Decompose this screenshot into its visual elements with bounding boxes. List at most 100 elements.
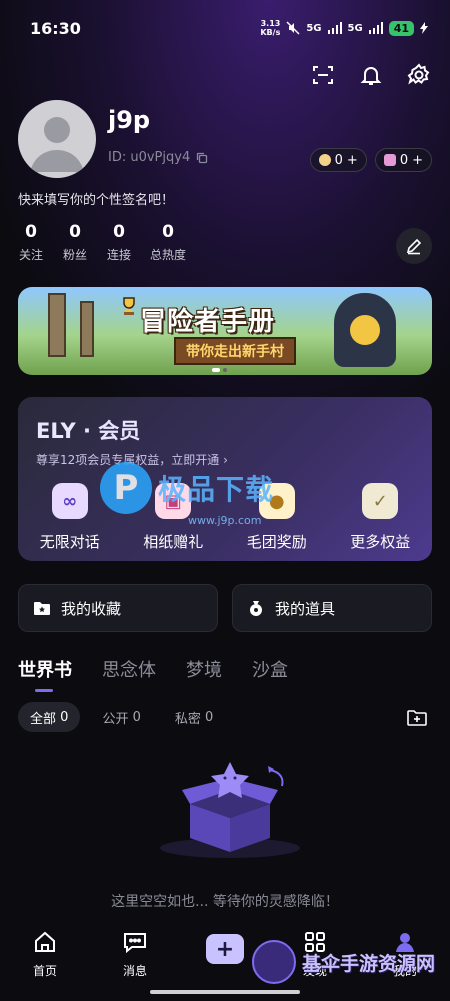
signal-1-icon [327, 22, 342, 34]
tab-world-book[interactable]: 世界书 [18, 656, 72, 692]
corner-watermark: 基伞手游资源网 [252, 940, 435, 984]
perk-label: 相纸赠礼 [143, 533, 204, 551]
banner-subtitle: 带你走出新手村 [174, 337, 296, 365]
copy-icon[interactable] [196, 152, 208, 164]
coin-a-value: 0 [334, 152, 343, 168]
my-items-button[interactable]: 我的道具 [232, 584, 432, 632]
bio-text[interactable]: 快来填写你的个性签名吧！ [18, 189, 174, 208]
nav-home[interactable]: 首页 [10, 928, 80, 979]
trophy-icon [123, 297, 135, 315]
nav-create[interactable]: + [190, 928, 260, 964]
username: j9p [108, 106, 151, 134]
filter-label: 全部 [30, 711, 57, 727]
bell-icon [360, 67, 382, 85]
banner-pagination [212, 368, 227, 372]
tab-dream[interactable]: 梦境 [186, 656, 222, 682]
coin-b-icon [383, 154, 396, 166]
stats-row: 0 关注 0 粉丝 0 连接 0 总热度 [18, 222, 186, 263]
network-speed-unit: KB/s [260, 28, 281, 37]
filter-chips: 全部 0 公开 0 私密 0 [18, 702, 225, 732]
network-speed: 3.13 KB/s [260, 19, 280, 37]
adventurer-guide-banner[interactable]: 冒险者手册 带你走出新手村 [18, 287, 432, 375]
edit-profile-button[interactable] [396, 228, 432, 264]
filter-count: 0 [205, 709, 214, 725]
network-speed-value: 3.13 [260, 19, 281, 28]
empty-box-illustration [160, 762, 300, 858]
filter-count: 0 [60, 709, 69, 725]
vip-title: ELY · 会员 [36, 419, 141, 443]
perk-label: 毛团奖励 [246, 533, 307, 551]
user-id[interactable]: ID: u0vPjqy4 [108, 150, 208, 165]
stat-value: 0 [162, 222, 174, 242]
pagination-dot [223, 368, 227, 372]
filter-public[interactable]: 公开 0 [90, 702, 152, 732]
battery-level: 41 [388, 20, 414, 36]
charging-icon [420, 22, 428, 34]
coin-b-pill[interactable]: 0 + [374, 148, 432, 172]
filter-all[interactable]: 全部 0 [18, 702, 81, 732]
signal-2-icon [368, 22, 383, 34]
tab-thought-body[interactable]: 思念体 [102, 656, 156, 682]
coin-a-add-icon: + [346, 152, 358, 168]
chat-bubble-icon [121, 928, 149, 956]
bag-icon [250, 601, 262, 616]
banner-title: 冒险者手册 [140, 307, 276, 337]
scan-button[interactable] [310, 62, 336, 88]
watermark-url: www.j9p.com [188, 514, 262, 527]
content-tabs: 世界书 思念体 梦境 沙盒 [18, 656, 288, 692]
stat-label: 粉丝 [62, 248, 87, 262]
stat-connections[interactable]: 0 连接 [106, 222, 132, 263]
my-items-label: 我的道具 [275, 599, 336, 618]
user-id-text: ID: u0vPjqy4 [108, 150, 191, 165]
perk-label: 更多权益 [350, 533, 411, 551]
stat-following[interactable]: 0 关注 [18, 222, 44, 263]
perk-label: 无限对话 [39, 533, 100, 551]
nav-home-label: 首页 [32, 964, 57, 978]
coin-a-pill[interactable]: 0 + [309, 148, 367, 172]
watermark-text: 极品下载 [158, 473, 275, 506]
filter-label: 私密 [174, 711, 201, 727]
coin-a-icon [318, 154, 331, 166]
settings-button[interactable] [406, 62, 432, 88]
status-indicators: 3.13 KB/s 5G 5G 41 [260, 19, 428, 37]
filter-private[interactable]: 私密 0 [163, 702, 225, 732]
perk-more-benefits[interactable]: ✓ 更多权益 [330, 483, 430, 552]
stat-value: 0 [113, 222, 125, 242]
create-plus-icon: + [206, 934, 244, 964]
folder-add-icon [407, 710, 427, 726]
site-watermark: P 极品下载 www.j9p.com [100, 462, 275, 527]
scan-icon [313, 66, 333, 84]
medal-icon: ✓ [362, 483, 399, 519]
nav-messages-label: 消息 [122, 964, 147, 978]
coin-b-add-icon: + [412, 152, 423, 168]
pagination-dot-active [212, 368, 220, 372]
nav-messages[interactable]: 消息 [100, 928, 170, 979]
infinity-icon: ∞ [51, 483, 88, 519]
coin-b-value: 0 [399, 152, 409, 168]
my-favorites-button[interactable]: 我的收藏 [18, 584, 218, 632]
signal-2-label: 5G [347, 22, 363, 34]
new-folder-button[interactable] [402, 703, 432, 733]
stat-value: 0 [69, 222, 81, 242]
tab-sandbox[interactable]: 沙盒 [252, 656, 288, 682]
home-icon [31, 928, 59, 956]
stat-total-heat[interactable]: 0 总热度 [150, 222, 186, 263]
stat-label: 关注 [18, 248, 43, 262]
my-favorites-label: 我的收藏 [61, 599, 122, 618]
top-actions [310, 62, 432, 88]
stat-label: 连接 [106, 248, 131, 262]
stat-label: 总热度 [150, 248, 187, 262]
notifications-button[interactable] [358, 62, 384, 88]
gear-icon [407, 63, 430, 85]
stat-followers[interactable]: 0 粉丝 [62, 222, 88, 263]
status-bar: 16:30 3.13 KB/s 5G 5G 41 [0, 0, 450, 56]
currency-row: 0 + 0 + [309, 148, 432, 172]
avatar[interactable] [18, 100, 96, 178]
watermark-logo-icon: P [100, 462, 152, 514]
status-time: 16:30 [30, 18, 81, 38]
default-avatar-icon [30, 117, 84, 172]
home-indicator[interactable] [150, 990, 300, 994]
folder-star-icon [34, 602, 50, 615]
corner-watermark-logo-icon [252, 940, 296, 984]
signal-1-label: 5G [306, 22, 322, 34]
